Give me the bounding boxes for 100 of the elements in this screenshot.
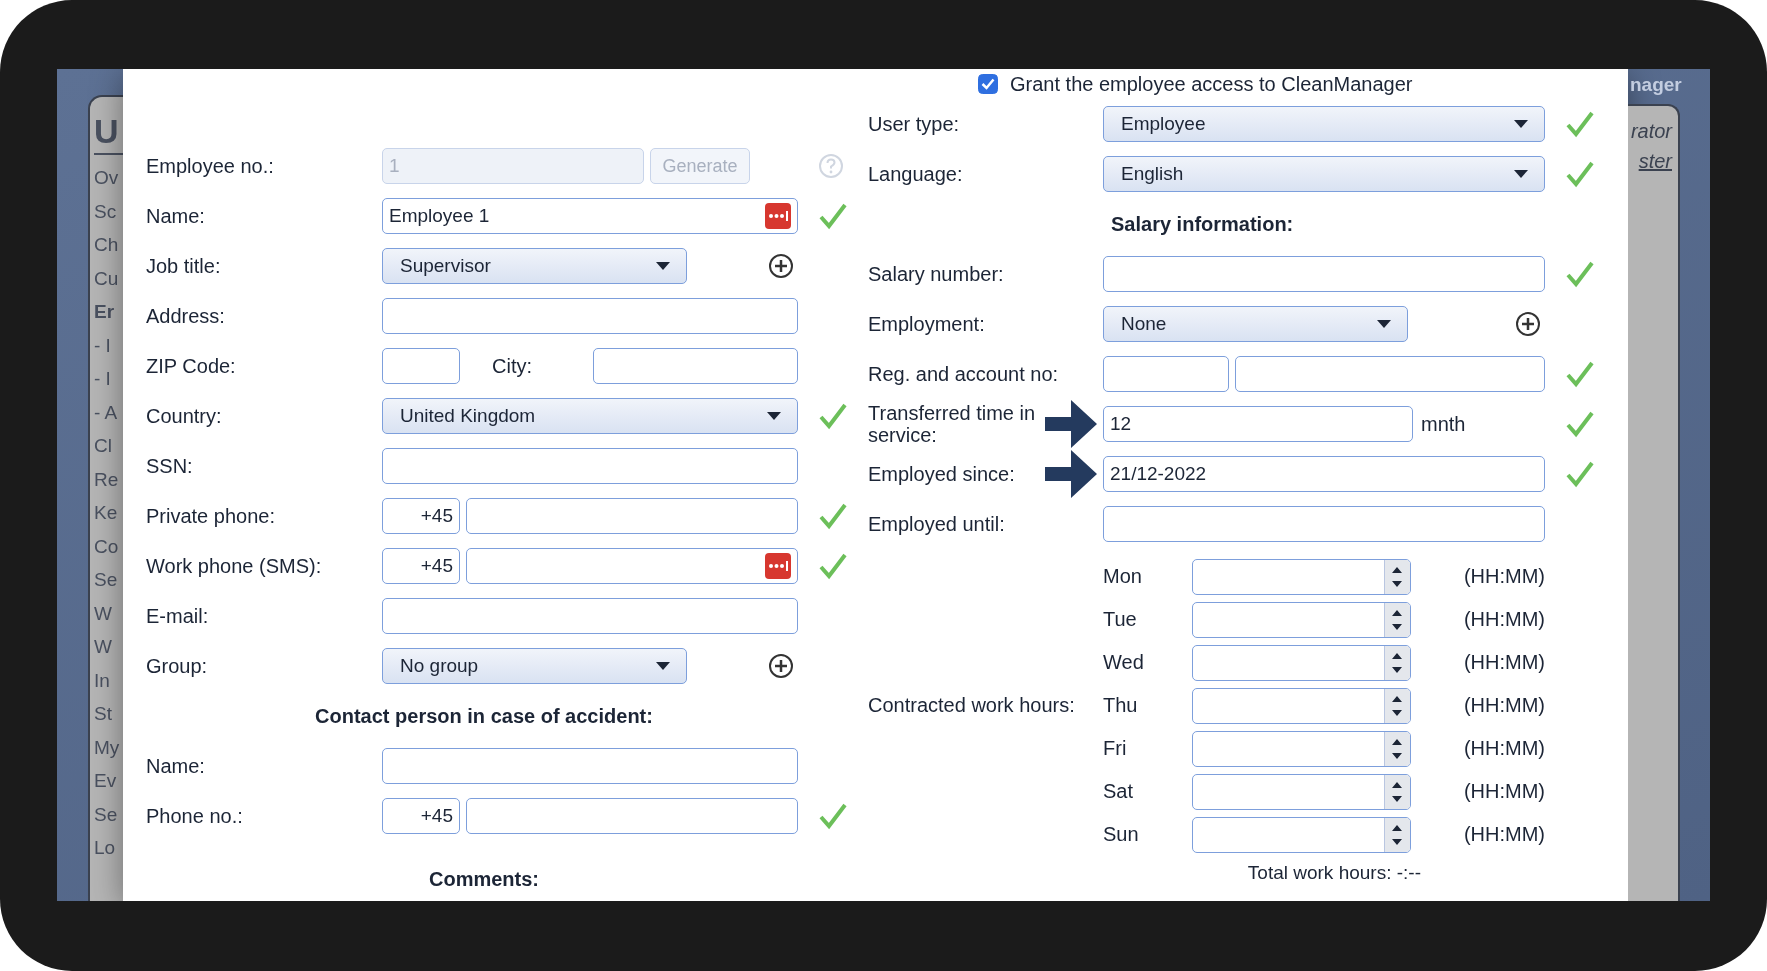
input-field[interactable] (1103, 506, 1545, 542)
reg-number-field[interactable] (1103, 356, 1229, 392)
format-hint: (HH:MM) (1462, 737, 1545, 760)
stepper-icon[interactable] (1384, 559, 1410, 594)
unit-label: mnth (1421, 412, 1466, 436)
menu-link[interactable]: rator (1628, 116, 1678, 146)
field-label: Name: (146, 754, 206, 779)
day-label: Thu (1103, 694, 1139, 717)
field-label: Salary number: (868, 262, 1005, 287)
caret-icon (656, 662, 670, 670)
sidebar-item[interactable]: Ov (94, 161, 123, 195)
input-field[interactable]: 12 (1103, 406, 1413, 442)
phone-field[interactable] (466, 548, 798, 584)
input-field[interactable]: 21/12-2022 (1103, 456, 1545, 492)
zip-field[interactable] (382, 348, 460, 384)
stepper-icon[interactable] (1384, 774, 1410, 809)
prefix-field[interactable]: +45 (382, 798, 460, 834)
sidebar-item[interactable]: W (94, 630, 123, 664)
input-field[interactable]: Employee 1 (382, 198, 798, 234)
add-icon[interactable] (768, 253, 794, 279)
dropdown[interactable]: No group (382, 648, 687, 684)
dropdown[interactable]: Supervisor (382, 248, 687, 284)
input-field[interactable] (382, 298, 798, 334)
phone-field[interactable] (466, 498, 798, 534)
format-hint: (HH:MM) (1462, 694, 1545, 717)
app-title: nager (1629, 73, 1683, 97)
time-field[interactable] (1192, 687, 1411, 724)
sidebar-item[interactable]: Se (94, 563, 123, 597)
sidebar-item[interactable]: - I (94, 328, 123, 362)
time-field[interactable] (1192, 773, 1411, 810)
add-icon[interactable] (1515, 311, 1541, 337)
field-label: ZIP Code: (146, 354, 237, 379)
field-label: Employee no.: (146, 154, 275, 179)
dropdown[interactable]: None (1103, 306, 1408, 342)
sidebar-item[interactable]: Se (94, 797, 123, 831)
sidebar-item[interactable]: Sc (94, 194, 123, 228)
dots-icon[interactable] (765, 203, 791, 229)
dropdown[interactable]: Employee (1103, 106, 1545, 142)
field-label: Employment: (868, 312, 986, 337)
section-heading: Salary information: (1111, 212, 1294, 236)
format-hint: (HH:MM) (1462, 608, 1545, 631)
input-field[interactable] (1103, 256, 1545, 292)
account-number-field[interactable] (1235, 356, 1545, 392)
prefix-field[interactable]: +45 (382, 548, 460, 584)
sidebar-item[interactable]: Ke (94, 496, 123, 530)
caret-icon (767, 412, 781, 420)
caret-icon (1377, 320, 1391, 328)
checkbox[interactable] (978, 74, 998, 94)
sidebar-item[interactable]: W (94, 596, 123, 630)
sidebar-item[interactable]: St (94, 697, 123, 731)
stepper-icon[interactable] (1384, 602, 1410, 637)
dots-icon[interactable] (765, 553, 791, 579)
sidebar-item[interactable]: - I (94, 362, 123, 396)
input-field[interactable] (382, 448, 798, 484)
input-field[interactable] (382, 748, 798, 784)
time-field[interactable] (1192, 644, 1411, 681)
field-label: Employed until: (868, 512, 1006, 537)
sidebar-item[interactable]: Ch (94, 228, 123, 262)
check-icon (1565, 360, 1595, 388)
prefix-field[interactable]: +45 (382, 498, 460, 534)
stepper-icon[interactable] (1384, 731, 1410, 766)
day-label: Tue (1103, 608, 1138, 631)
caret-icon (1514, 170, 1528, 178)
check-icon (1565, 410, 1595, 438)
time-field[interactable] (1192, 730, 1411, 767)
sidebar-item[interactable]: My (94, 730, 123, 764)
check-icon (818, 502, 848, 530)
field-label: Language: (868, 162, 964, 187)
stepper-icon[interactable] (1384, 688, 1410, 723)
check-icon (1565, 460, 1595, 488)
field-label: Phone no.: (146, 804, 244, 829)
phone-field[interactable] (466, 798, 798, 834)
field-label: Country: (146, 404, 223, 429)
time-field[interactable] (1192, 558, 1411, 595)
add-icon[interactable] (768, 653, 794, 679)
time-field[interactable] (1192, 816, 1411, 853)
sidebar-item[interactable]: - A (94, 395, 123, 429)
sidebar-item[interactable]: In (94, 663, 123, 697)
dropdown[interactable]: United Kingdom (382, 398, 798, 434)
check-icon (818, 802, 848, 830)
dropdown[interactable]: English (1103, 156, 1545, 192)
sidebar-item[interactable]: Re (94, 462, 123, 496)
stepper-icon[interactable] (1384, 817, 1410, 852)
sidebar-item[interactable]: Lo (94, 831, 123, 865)
checkbox-label: Grant the employee access to CleanManager (1010, 72, 1413, 96)
sidebar-item[interactable]: Cl (94, 429, 123, 463)
check-icon (818, 552, 848, 580)
sidebar-item[interactable]: Ev (94, 764, 123, 798)
field-label: Work phone (SMS): (146, 554, 323, 579)
time-field[interactable] (1192, 601, 1411, 638)
input-field[interactable] (382, 598, 798, 634)
section-heading: Comments: (428, 867, 540, 891)
menu-link[interactable]: ster (1628, 146, 1678, 176)
sidebar-item[interactable]: Cu (94, 261, 123, 295)
sidebar-item[interactable]: Er (94, 295, 123, 329)
check-icon (818, 202, 848, 230)
city-field[interactable] (593, 348, 798, 384)
day-label: Wed (1103, 651, 1145, 674)
sidebar-item[interactable]: Co (94, 529, 123, 563)
stepper-icon[interactable] (1384, 645, 1410, 680)
